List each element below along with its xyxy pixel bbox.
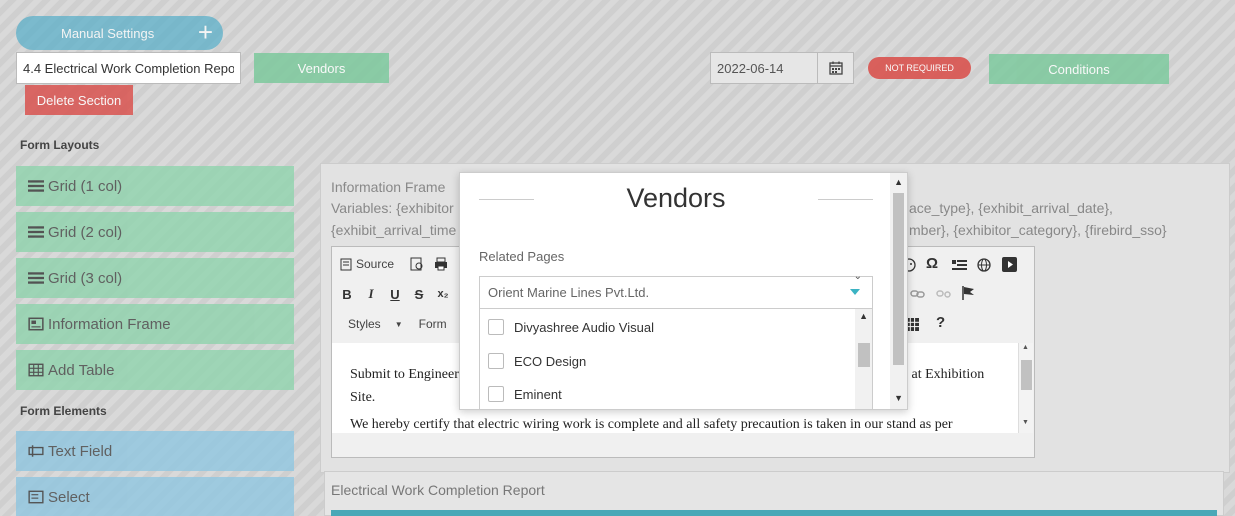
layout-add-table[interactable]: Add Table [16, 350, 294, 390]
vendor-option[interactable]: Divyashree Audio Visual [488, 319, 654, 335]
calendar-button[interactable] [817, 52, 854, 84]
variables-line-1-left: Variables: {exhibitor [331, 200, 454, 216]
scroll-down-icon: ▼ [894, 393, 903, 403]
not-required-badge[interactable]: NOT REQUIRED [868, 57, 971, 79]
print-icon[interactable] [434, 257, 448, 271]
layout-label: Add Table [48, 361, 115, 379]
vendor-option[interactable]: Eminent [488, 386, 562, 402]
strikethrough-icon[interactable]: S [412, 287, 426, 302]
layout-label: Grid (2 col) [48, 223, 123, 241]
select-icon [28, 490, 44, 504]
checkbox[interactable] [488, 386, 504, 402]
scroll-up-icon: ▲ [859, 311, 868, 321]
vendors-button[interactable]: Vendors [254, 53, 389, 83]
editor-toolbar-row-1: Source [340, 257, 448, 271]
checkbox[interactable] [488, 353, 504, 369]
chevron-up-icon: ⌄ [853, 271, 862, 282]
preview-icon[interactable] [410, 257, 424, 271]
variables-line-2-left: {exhibit_arrival_time [331, 222, 457, 238]
information-frame-title: Information Frame [331, 179, 446, 195]
vendor-option-label: ECO Design [514, 353, 587, 369]
checkbox[interactable] [488, 319, 504, 335]
text-field-icon [28, 445, 44, 457]
editor-line-1-left: Submit to Engineer [350, 367, 459, 382]
related-pages-label: Related Pages [479, 249, 565, 264]
element-label: Text Field [48, 442, 113, 460]
options-scroll-thumb[interactable] [858, 343, 870, 367]
editor-scrollbar[interactable]: ▲ ▼ [1018, 343, 1033, 433]
delete-section-button[interactable]: Delete Section [25, 85, 133, 115]
unlink-icon[interactable] [936, 288, 951, 300]
form-elements-heading: Form Elements [20, 404, 107, 418]
layout-label: Grid (3 col) [48, 269, 123, 287]
selected-vendor: Orient Marine Lines Pvt.Ltd. [488, 285, 650, 300]
date-input[interactable] [710, 52, 818, 84]
format-select[interactable]: Form [419, 317, 447, 331]
youtube-icon[interactable] [1002, 257, 1017, 272]
layout-label: Information Frame [48, 315, 171, 333]
vendor-option[interactable]: ECO Design [488, 353, 586, 369]
chevron-down-icon: ▼ [394, 319, 403, 329]
manual-settings-label: Manual Settings [61, 25, 155, 41]
report-panel-header-bar [331, 510, 1217, 516]
anchor-flag-icon[interactable] [962, 286, 975, 300]
layout-label: Grid (1 col) [48, 177, 123, 195]
plus-icon[interactable]: + [198, 19, 213, 45]
editor-line-1-right: 2 at Exhibition [901, 367, 985, 382]
section-title-input[interactable] [16, 52, 241, 84]
vendor-option-label: Eminent [514, 386, 562, 402]
styles-select[interactable]: Styles ▼ [340, 317, 403, 331]
styles-label: Styles [348, 317, 381, 331]
layout-grid-2-col[interactable]: Grid (2 col) [16, 212, 294, 252]
special-char-icon[interactable]: Ω [926, 255, 938, 272]
globe-icon[interactable] [977, 258, 991, 272]
scroll-up-icon: ▲ [1022, 344, 1029, 351]
title-divider-right [818, 199, 873, 200]
subscript-icon[interactable]: x₂ [436, 287, 450, 301]
calendar-icon [828, 61, 843, 75]
source-button[interactable]: Source [340, 257, 394, 271]
variables-line-1-right: ace_type}, {exhibit_arrival_date}, [909, 200, 1113, 216]
bold-icon[interactable]: B [340, 287, 354, 302]
modal-scrollbar[interactable]: ▲ ▼ [890, 173, 907, 409]
help-icon[interactable]: ? [936, 314, 945, 331]
source-icon [340, 258, 352, 270]
manual-settings-button[interactable]: Manual Settings + [16, 16, 223, 50]
editor-toolbar-row-3: Styles ▼ Form [340, 317, 447, 331]
conditions-button[interactable]: Conditions [989, 54, 1169, 84]
variables-line-2-right: mber}, {exhibitor_category}, {firebird_s… [909, 222, 1167, 238]
italic-icon[interactable]: I [364, 286, 378, 301]
list-icon [28, 272, 44, 284]
layout-grid-3-col[interactable]: Grid (3 col) [16, 258, 294, 298]
element-text-field[interactable]: Text Field [16, 431, 294, 471]
table-icon [28, 363, 44, 377]
form-layouts-heading: Form Layouts [20, 138, 100, 152]
editor-toolbar-row-2: B I U S x₂ [340, 286, 450, 302]
options-scrollbar[interactable]: ▲ [855, 309, 872, 409]
link-icon[interactable] [910, 288, 925, 300]
editor-line-3: We hereby certify that electric wiring w… [350, 417, 953, 432]
vendor-option-label: Divyashree Audio Visual [514, 319, 654, 335]
modal-scroll-thumb[interactable] [893, 193, 904, 365]
report-panel-title: Electrical Work Completion Report [331, 482, 545, 498]
scroll-up-icon: ▲ [894, 177, 903, 187]
source-label: Source [356, 257, 395, 271]
related-pages-select[interactable]: Orient Marine Lines Pvt.Ltd. ⌄ [479, 271, 873, 309]
layout-information-frame[interactable]: Information Frame [16, 304, 294, 344]
frame-icon [28, 317, 44, 331]
underline-icon[interactable]: U [388, 287, 402, 302]
list-icon [28, 180, 44, 192]
dropdown-arrow-icon[interactable] [850, 289, 860, 295]
scroll-down-icon: ▼ [1022, 419, 1029, 426]
scroll-thumb[interactable] [1021, 360, 1032, 390]
vendors-modal: Vendors Related Pages Orient Marine Line… [459, 172, 908, 410]
element-select[interactable]: Select [16, 477, 294, 516]
layout-grid-1-col[interactable]: Grid (1 col) [16, 166, 294, 206]
element-label: Select [48, 488, 90, 506]
vendor-options-list: Divyashree Audio Visual ECO Design Emine… [479, 309, 873, 409]
list-icon [28, 226, 44, 238]
page-break-icon[interactable] [952, 258, 967, 272]
